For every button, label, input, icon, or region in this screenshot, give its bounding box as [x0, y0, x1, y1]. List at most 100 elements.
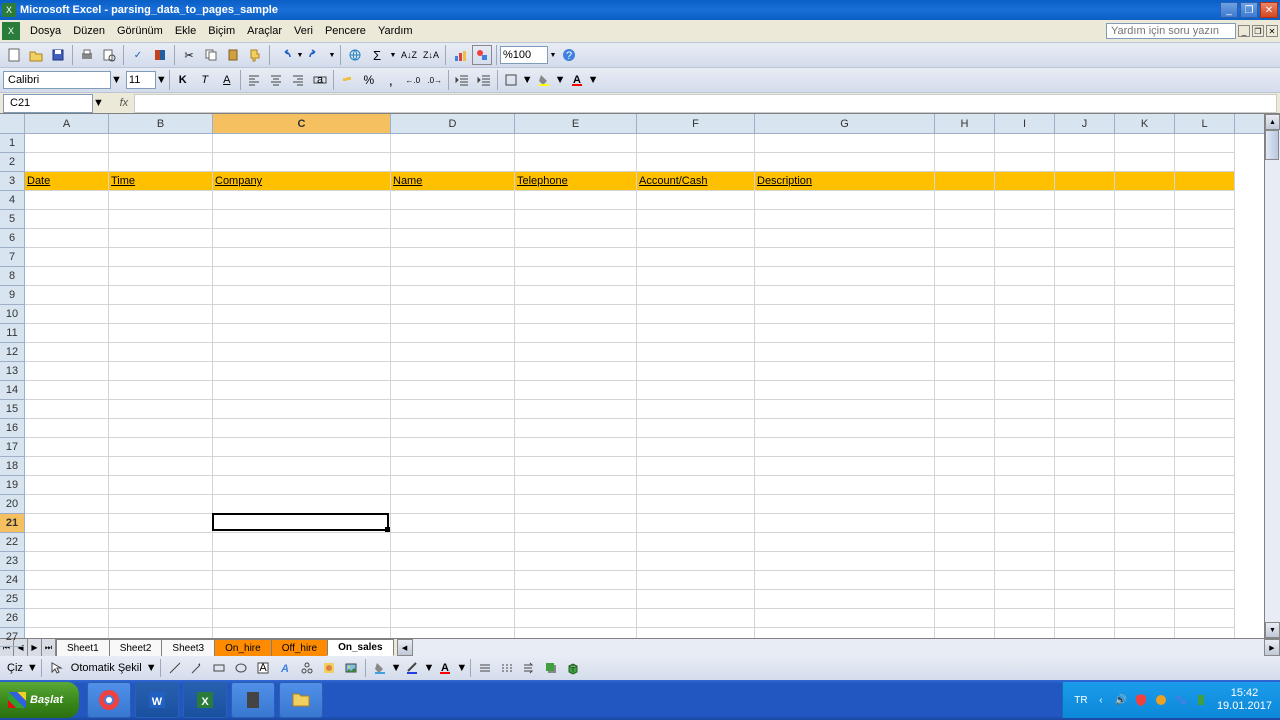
cell-J1[interactable]	[1055, 134, 1115, 153]
oval-icon[interactable]	[231, 658, 251, 678]
autoshapes-menu[interactable]: Otomatik Şekil	[67, 662, 146, 674]
diagram-icon[interactable]	[297, 658, 317, 678]
cell-G24[interactable]	[755, 571, 935, 590]
column-header-F[interactable]: F	[637, 114, 755, 133]
draw-dropdown[interactable]: ▼	[27, 662, 38, 674]
cell-I17[interactable]	[995, 438, 1055, 457]
cell-A10[interactable]	[25, 305, 109, 324]
cell-G7[interactable]	[755, 248, 935, 267]
close-button[interactable]: ✕	[1260, 2, 1278, 18]
cell-B9[interactable]	[109, 286, 213, 305]
cell-A19[interactable]	[25, 476, 109, 495]
cell-H23[interactable]	[935, 552, 995, 571]
cell-I5[interactable]	[995, 210, 1055, 229]
cell-B7[interactable]	[109, 248, 213, 267]
chart-wizard-icon[interactable]	[450, 45, 470, 65]
cell-F25[interactable]	[637, 590, 755, 609]
cell-C21[interactable]	[213, 514, 391, 533]
menu-data[interactable]: Veri	[288, 23, 319, 39]
cell-D15[interactable]	[391, 400, 515, 419]
cell-K26[interactable]	[1115, 609, 1175, 628]
cell-E9[interactable]	[515, 286, 637, 305]
clipart-icon[interactable]	[319, 658, 339, 678]
cell-I22[interactable]	[995, 533, 1055, 552]
cell-G10[interactable]	[755, 305, 935, 324]
line-icon[interactable]	[165, 658, 185, 678]
cell-E11[interactable]	[515, 324, 637, 343]
column-header-A[interactable]: A	[25, 114, 109, 133]
cell-L7[interactable]	[1175, 248, 1235, 267]
cell-F15[interactable]	[637, 400, 755, 419]
cell-I23[interactable]	[995, 552, 1055, 571]
cell-C18[interactable]	[213, 457, 391, 476]
cell-F6[interactable]	[637, 229, 755, 248]
row-header-12[interactable]: 12	[0, 343, 24, 362]
cell-G3[interactable]: Description	[755, 172, 935, 191]
cell-C5[interactable]	[213, 210, 391, 229]
menu-view[interactable]: Görünüm	[111, 23, 169, 39]
formula-input[interactable]	[134, 94, 1277, 113]
wordart-icon[interactable]: A	[275, 658, 295, 678]
align-left-icon[interactable]	[244, 70, 264, 90]
hyperlink-icon[interactable]	[345, 45, 365, 65]
taskbar-chrome[interactable]	[87, 682, 131, 718]
fill-color-dropdown[interactable]: ▼	[555, 74, 566, 86]
cell-K9[interactable]	[1115, 286, 1175, 305]
row-header-11[interactable]: 11	[0, 324, 24, 343]
font-size-input[interactable]: 11	[126, 71, 156, 89]
cell-B26[interactable]	[109, 609, 213, 628]
menu-insert[interactable]: Ekle	[169, 23, 202, 39]
cell-F16[interactable]	[637, 419, 755, 438]
cell-F8[interactable]	[637, 267, 755, 286]
merge-center-icon[interactable]: a	[310, 70, 330, 90]
cell-G11[interactable]	[755, 324, 935, 343]
cell-K18[interactable]	[1115, 457, 1175, 476]
cell-C11[interactable]	[213, 324, 391, 343]
cell-J2[interactable]	[1055, 153, 1115, 172]
cell-B6[interactable]	[109, 229, 213, 248]
row-header-24[interactable]: 24	[0, 571, 24, 590]
scroll-left-button[interactable]: ◀	[397, 639, 413, 656]
cell-I12[interactable]	[995, 343, 1055, 362]
cell-H1[interactable]	[935, 134, 995, 153]
cell-I9[interactable]	[995, 286, 1055, 305]
scroll-thumb[interactable]	[1265, 130, 1279, 160]
cell-F7[interactable]	[637, 248, 755, 267]
cell-L3[interactable]	[1175, 172, 1235, 191]
horizontal-scrollbar[interactable]: ◀ ▶	[397, 639, 1280, 656]
cell-C6[interactable]	[213, 229, 391, 248]
cell-L22[interactable]	[1175, 533, 1235, 552]
copy-icon[interactable]	[201, 45, 221, 65]
cell-I13[interactable]	[995, 362, 1055, 381]
cell-A26[interactable]	[25, 609, 109, 628]
language-indicator[interactable]: TR	[1073, 692, 1089, 708]
cell-H20[interactable]	[935, 495, 995, 514]
cell-A15[interactable]	[25, 400, 109, 419]
scroll-up-button[interactable]: ▲	[1265, 114, 1280, 130]
cell-B11[interactable]	[109, 324, 213, 343]
cell-C9[interactable]	[213, 286, 391, 305]
cell-D26[interactable]	[391, 609, 515, 628]
print-icon[interactable]	[77, 45, 97, 65]
increase-decimal-icon[interactable]: ←.0	[403, 70, 423, 90]
taskbar-explorer[interactable]	[279, 682, 323, 718]
cell-E12[interactable]	[515, 343, 637, 362]
taskbar-excel[interactable]: X	[183, 682, 227, 718]
dash-style-icon[interactable]	[497, 658, 517, 678]
font-color-draw-icon[interactable]: A	[435, 658, 455, 678]
cell-B24[interactable]	[109, 571, 213, 590]
cell-D23[interactable]	[391, 552, 515, 571]
cell-B18[interactable]	[109, 457, 213, 476]
cell-E26[interactable]	[515, 609, 637, 628]
comma-icon[interactable]: ,	[381, 70, 401, 90]
cell-B5[interactable]	[109, 210, 213, 229]
cell-K5[interactable]	[1115, 210, 1175, 229]
cell-J27[interactable]	[1055, 628, 1115, 638]
cell-E27[interactable]	[515, 628, 637, 638]
cell-D3[interactable]: Name	[391, 172, 515, 191]
cell-D14[interactable]	[391, 381, 515, 400]
cell-A27[interactable]	[25, 628, 109, 638]
help-search-input[interactable]	[1106, 23, 1236, 39]
cell-C13[interactable]	[213, 362, 391, 381]
paste-icon[interactable]	[223, 45, 243, 65]
